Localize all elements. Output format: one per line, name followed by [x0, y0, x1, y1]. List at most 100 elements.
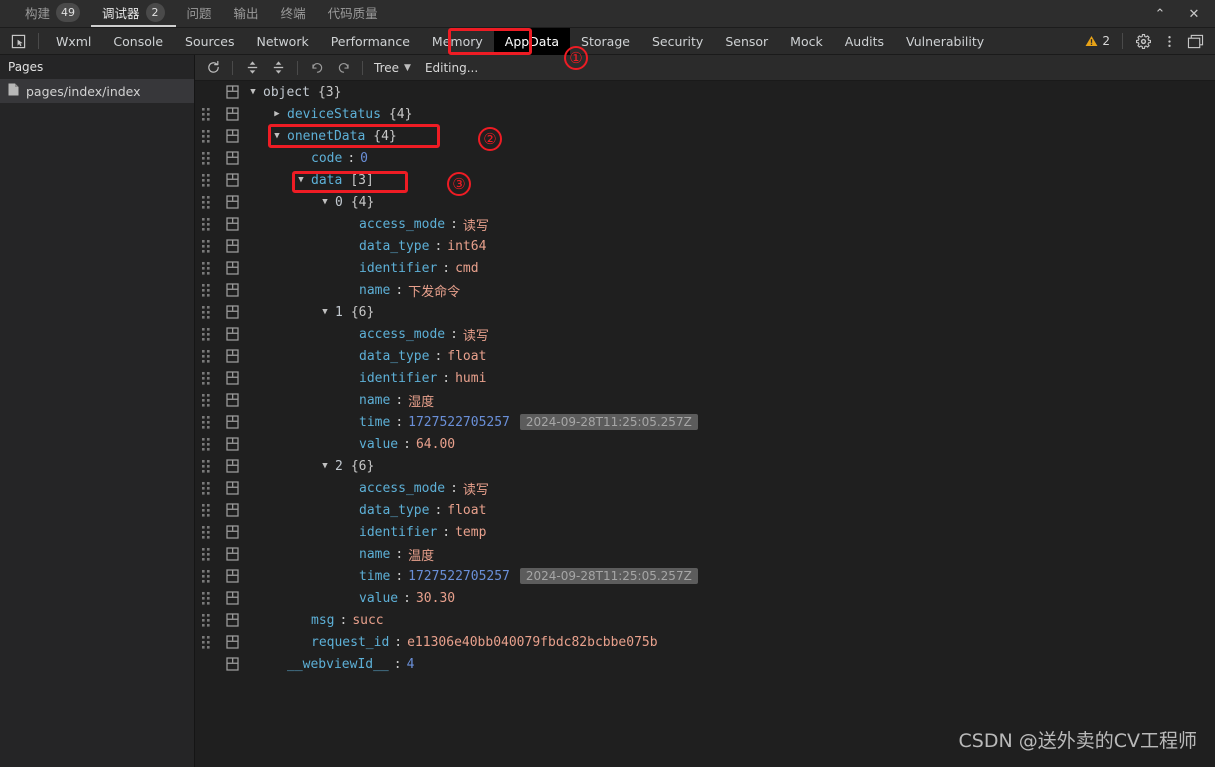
dock-panel-icon[interactable]: [1183, 30, 1207, 52]
drag-handle-icon[interactable]: [195, 547, 217, 561]
drag-handle-icon[interactable]: [195, 393, 217, 407]
devtools-tab-audits[interactable]: Audits: [834, 28, 895, 55]
drag-handle-icon[interactable]: [195, 129, 217, 143]
view-mode-dropdown[interactable]: Tree ▼: [370, 61, 415, 75]
window-tab-5[interactable]: 代码质量: [317, 0, 389, 27]
tree-row[interactable]: ▼ data [3]: [195, 169, 1215, 191]
tree-row[interactable]: ▼ 1 {6}: [195, 301, 1215, 323]
gear-icon[interactable]: [1131, 30, 1155, 52]
window-tab-3[interactable]: 输出: [223, 0, 270, 27]
tree-scroll-container[interactable]: ▼ object {3} ▶ deviceStatus {4} ▼ onenetData {4}…: [195, 81, 1215, 767]
copy-node-icon[interactable]: [217, 283, 247, 297]
devtools-tab-wxml[interactable]: Wxml: [45, 28, 102, 55]
inspect-element-icon[interactable]: [4, 30, 32, 52]
drag-handle-icon[interactable]: [195, 107, 217, 121]
tree-row[interactable]: name: 湿度: [195, 389, 1215, 411]
drag-handle-icon[interactable]: [195, 173, 217, 187]
tree-row[interactable]: ▼ 2 {6}: [195, 455, 1215, 477]
copy-node-icon[interactable]: [217, 239, 247, 253]
drag-handle-icon[interactable]: [195, 283, 217, 297]
drag-handle-icon[interactable]: [195, 503, 217, 517]
tree-row[interactable]: data_type: int64: [195, 235, 1215, 257]
devtools-tab-sources[interactable]: Sources: [174, 28, 245, 55]
tree-node-value[interactable]: float: [447, 503, 486, 518]
copy-node-icon[interactable]: [217, 195, 247, 209]
drag-handle-icon[interactable]: [195, 151, 217, 165]
tree-node-value[interactable]: int64: [447, 239, 486, 254]
copy-node-icon[interactable]: [217, 503, 247, 517]
drag-handle-icon[interactable]: [195, 459, 217, 473]
tree-row[interactable]: ▼ 0 {4}: [195, 191, 1215, 213]
copy-node-icon[interactable]: [217, 305, 247, 319]
drag-handle-icon[interactable]: [195, 217, 217, 231]
drag-handle-icon[interactable]: [195, 305, 217, 319]
drag-handle-icon[interactable]: [195, 327, 217, 341]
tree-row[interactable]: identifier: cmd: [195, 257, 1215, 279]
drag-handle-icon[interactable]: [195, 591, 217, 605]
copy-node-icon[interactable]: [217, 151, 247, 165]
tree-node-value[interactable]: 1727522705257: [408, 569, 510, 584]
tree-row[interactable]: ▼ onenetData {4}: [195, 125, 1215, 147]
expand-all-icon[interactable]: [240, 57, 264, 79]
warning-indicator[interactable]: 2: [1081, 34, 1114, 48]
copy-node-icon[interactable]: [217, 635, 247, 649]
refresh-icon[interactable]: [201, 57, 225, 79]
copy-node-icon[interactable]: [217, 525, 247, 539]
tree-node-value[interactable]: humi: [455, 371, 486, 386]
copy-node-icon[interactable]: [217, 327, 247, 341]
devtools-tab-sensor[interactable]: Sensor: [714, 28, 779, 55]
devtools-tab-mock[interactable]: Mock: [779, 28, 834, 55]
copy-node-icon[interactable]: [217, 481, 247, 495]
tree-row[interactable]: time:1727522705257 2024-09-28T11:25:05.25…: [195, 565, 1215, 587]
chevron-down-icon[interactable]: ▼: [319, 197, 331, 207]
drag-handle-icon[interactable]: [195, 525, 217, 539]
copy-node-icon[interactable]: [217, 85, 247, 99]
copy-node-icon[interactable]: [217, 547, 247, 561]
tree-node-value[interactable]: succ: [352, 613, 383, 628]
tree-row[interactable]: name: 温度: [195, 543, 1215, 565]
undo-icon[interactable]: [305, 57, 329, 79]
tree-node-value[interactable]: 1727522705257: [408, 415, 510, 430]
kebab-menu-icon[interactable]: [1157, 30, 1181, 52]
tree-row[interactable]: access_mode: 读写: [195, 323, 1215, 345]
copy-node-icon[interactable]: [217, 459, 247, 473]
tree-row[interactable]: value:64.00: [195, 433, 1215, 455]
drag-handle-icon[interactable]: [195, 569, 217, 583]
drag-handle-icon[interactable]: [195, 437, 217, 451]
copy-node-icon[interactable]: [217, 107, 247, 121]
devtools-tab-appdata[interactable]: AppData: [493, 27, 571, 55]
drag-handle-icon[interactable]: [195, 635, 217, 649]
drag-handle-icon[interactable]: [195, 371, 217, 385]
copy-node-icon[interactable]: [217, 217, 247, 231]
tree-row[interactable]: time:1727522705257 2024-09-28T11:25:05.25…: [195, 411, 1215, 433]
devtools-tab-storage[interactable]: Storage: [570, 28, 641, 55]
pages-list-item[interactable]: pages/index/index: [0, 79, 194, 103]
copy-node-icon[interactable]: [217, 349, 247, 363]
tree-node-value[interactable]: float: [447, 349, 486, 364]
tree-row[interactable]: identifier: temp: [195, 521, 1215, 543]
devtools-tab-security[interactable]: Security: [641, 28, 714, 55]
devtools-tab-vulnerability[interactable]: Vulnerability: [895, 28, 995, 55]
tree-row[interactable]: access_mode: 读写: [195, 213, 1215, 235]
tree-node-value[interactable]: 读写: [463, 215, 489, 234]
close-button[interactable]: ✕: [1177, 1, 1211, 27]
window-tab-2[interactable]: 问题: [176, 0, 223, 27]
tree-row[interactable]: value:30.30: [195, 587, 1215, 609]
chevron-down-icon[interactable]: ▼: [295, 175, 307, 185]
drag-handle-icon[interactable]: [195, 261, 217, 275]
drag-handle-icon[interactable]: [195, 415, 217, 429]
copy-node-icon[interactable]: [217, 393, 247, 407]
tree-node-value[interactable]: 温度: [408, 545, 434, 564]
chevron-down-icon[interactable]: ▼: [319, 461, 331, 471]
tree-row[interactable]: identifier: humi: [195, 367, 1215, 389]
copy-node-icon[interactable]: [217, 173, 247, 187]
copy-node-icon[interactable]: [217, 591, 247, 605]
tree-node-value[interactable]: e11306e40bb040079fbdc82bcbbe075b: [407, 635, 657, 650]
tree-row[interactable]: ▶ deviceStatus {4}: [195, 103, 1215, 125]
copy-node-icon[interactable]: [217, 415, 247, 429]
chevron-down-icon[interactable]: ▼: [271, 131, 283, 141]
devtools-tab-console[interactable]: Console: [102, 28, 174, 55]
tree-row[interactable]: msg: succ: [195, 609, 1215, 631]
tree-row[interactable]: access_mode: 读写: [195, 477, 1215, 499]
copy-node-icon[interactable]: [217, 437, 247, 451]
